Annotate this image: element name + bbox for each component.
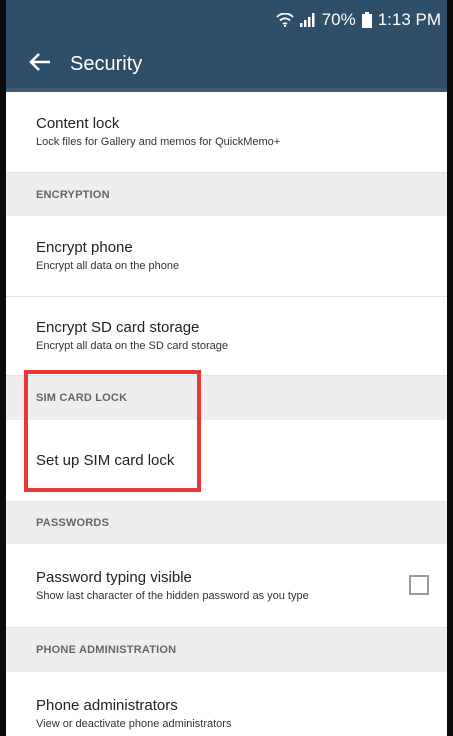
item-title: Password typing visible (36, 568, 192, 586)
phone-screen: 70% 1:13 PM Security Content lock Lock f… (6, 0, 447, 736)
battery-icon (361, 12, 372, 28)
arrow-left-icon (29, 52, 51, 76)
password-visible-checkbox[interactable] (409, 574, 429, 595)
back-button[interactable] (16, 40, 64, 88)
app-bar: Security (6, 40, 447, 88)
item-title: Content lock (36, 115, 120, 132)
clock: 1:13 PM (377, 10, 441, 29)
encrypt-phone-item[interactable]: Encrypt phone Encrypt all data on the ph… (6, 216, 447, 297)
section-header-encryption: ENCRYPTION (6, 173, 447, 216)
item-subtitle: Encrypt all data on the phone (36, 260, 180, 272)
content-lock-item[interactable]: Content lock Lock files for Gallery and … (6, 92, 447, 173)
section-header-phone-administration: PHONE ADMINISTRATION (6, 628, 447, 672)
signal-icon (299, 13, 316, 27)
page-title: Security (70, 52, 143, 75)
item-subtitle: Show last character of the hidden passwo… (36, 589, 309, 602)
item-subtitle: Lock files for Gallery and memos for Qui… (36, 136, 281, 148)
wifi-icon (276, 13, 294, 27)
section-header-passwords: PASSWORDS (6, 502, 447, 544)
highlight-box (24, 370, 201, 492)
item-subtitle: Encrypt all data on the SD card storage (36, 340, 228, 352)
battery-percent: 70% (321, 10, 356, 29)
password-typing-visible-item[interactable]: Password typing visible Show last charac… (6, 544, 447, 628)
status-bar: 70% 1:13 PM (6, 0, 447, 40)
encrypt-sd-item[interactable]: Encrypt SD card storage Encrypt all data… (6, 297, 447, 376)
phone-administrators-item[interactable]: Phone administrators View or deactivate … (6, 672, 447, 736)
item-subtitle: View or deactivate phone administrators (36, 718, 232, 730)
item-title: Phone administrators (36, 697, 178, 714)
item-title: Encrypt phone (36, 239, 133, 256)
item-title: Encrypt SD card storage (36, 319, 200, 336)
